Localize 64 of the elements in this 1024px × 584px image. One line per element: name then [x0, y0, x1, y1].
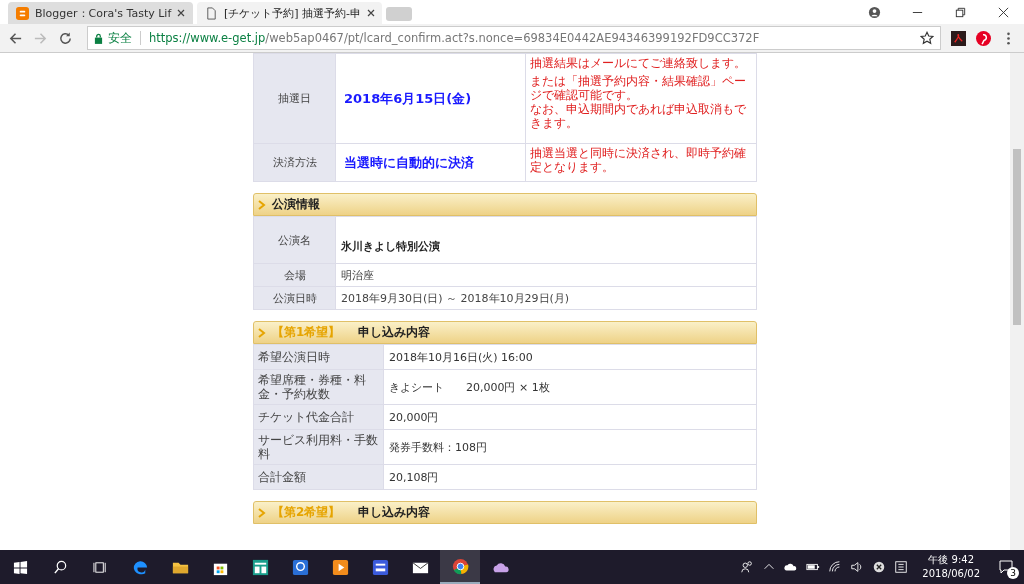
blocked-icon[interactable] [872, 560, 887, 574]
clock-date: 2018/06/02 [922, 567, 980, 581]
row-label: 会場 [253, 263, 336, 287]
address-bar[interactable]: 安全 https://www.e-get.jp/web5ap0467/pt/lcard_confirm.act?s.nonce=69834E0442AE94346399192FD9CC372F [87, 26, 941, 50]
notification-badge: 3 [1007, 567, 1019, 579]
highlight-value: 2018年6月15日(金) [335, 53, 526, 144]
notification-icon[interactable] [998, 559, 1014, 575]
row-label: サービス利用料・手数料 [253, 429, 384, 465]
table-cell: 20,000円 [383, 404, 757, 430]
profile-icon[interactable] [868, 5, 881, 19]
chevron-icon [258, 199, 266, 210]
close-icon[interactable] [367, 9, 376, 17]
row-label: 決済方法 [253, 143, 336, 182]
table-cell: 明治座 [335, 263, 757, 287]
reload-icon[interactable] [58, 30, 73, 46]
row-label: チケット代金合計 [253, 404, 384, 430]
row-label: 公演日時 [253, 286, 336, 310]
scroll-thumb[interactable] [1013, 149, 1021, 325]
section-title: 公演情報 [272, 196, 320, 213]
note-text: または「抽選予約内容・結果確認」ページで確認可能です。 [530, 74, 747, 102]
clock-time: 午後 9:42 [928, 553, 974, 567]
chrome-icon[interactable] [450, 556, 470, 576]
section-title: 申し込み内容 [358, 504, 431, 521]
choice-tag: 【第1希望】 [272, 324, 341, 341]
row-label: 希望公演日時 [253, 344, 384, 370]
restore-icon[interactable] [954, 5, 967, 19]
note-text: 抽選結果はメールにてご連絡致します。 [530, 56, 747, 70]
note-text: なお、申込期間内であれば申込取消もできます。 [530, 102, 747, 130]
table-cell: 20,108円 [383, 464, 757, 490]
row-label: 抽選日 [253, 53, 336, 144]
people-icon[interactable] [740, 560, 755, 574]
choice-tag: 【第2希望】 [272, 504, 341, 521]
chevron-icon [258, 507, 266, 518]
row-label: 希望席種・券種・料金・予約枚数 [253, 369, 384, 405]
clock[interactable]: 午後 9:42 2018/06/02 [922, 553, 980, 581]
start-icon[interactable] [13, 559, 28, 575]
table-cell: 氷川きよし特別公演 [335, 216, 757, 264]
url-text: https://www.e-get.jp/web5ap0467/pt/lcard_confirm.act?s.nonce=69834E0442AE94346399192FD9CC372F [149, 31, 761, 45]
secure-label: 安全 [108, 29, 132, 47]
row-label: 合計金額 [253, 464, 384, 490]
task-view-icon[interactable] [93, 559, 108, 575]
lock-icon [94, 32, 103, 44]
browser-tab[interactable]: [チケット予約] 抽選予約-申 [197, 2, 382, 24]
play-app-icon[interactable] [330, 557, 350, 577]
table-cell: 発券手数料：108円 [383, 429, 757, 465]
browser-tab[interactable]: Blogger：Cora's Tasty Lif [8, 2, 193, 24]
section-title: 申し込み内容 [358, 324, 431, 341]
page-icon [205, 6, 218, 20]
table-cell: きよシート 20,000円 × 1枚 [383, 369, 757, 405]
pdf-extension-icon[interactable] [951, 30, 966, 46]
search-icon[interactable] [53, 559, 68, 575]
table-cell: 2018年10月16日(火) 16:00 [383, 344, 757, 370]
table-cell: 2018年9月30日(日) ～ 2018年10月29日(月) [335, 286, 757, 310]
close-icon[interactable] [997, 5, 1010, 19]
chevron-icon [258, 327, 266, 338]
tiles-app-icon[interactable] [250, 557, 270, 577]
note-text: 抽選当選と同時に決済され、即時予約確定となります。 [530, 146, 747, 174]
highlight-value: 当選時に自動的に決済 [335, 143, 526, 182]
close-icon[interactable] [177, 9, 186, 17]
pin-extension-icon[interactable] [976, 30, 991, 46]
row-label: 公演名 [253, 216, 336, 264]
scrollbar[interactable] [1010, 53, 1024, 550]
star-icon[interactable] [920, 31, 934, 45]
blogger-icon [16, 6, 29, 20]
